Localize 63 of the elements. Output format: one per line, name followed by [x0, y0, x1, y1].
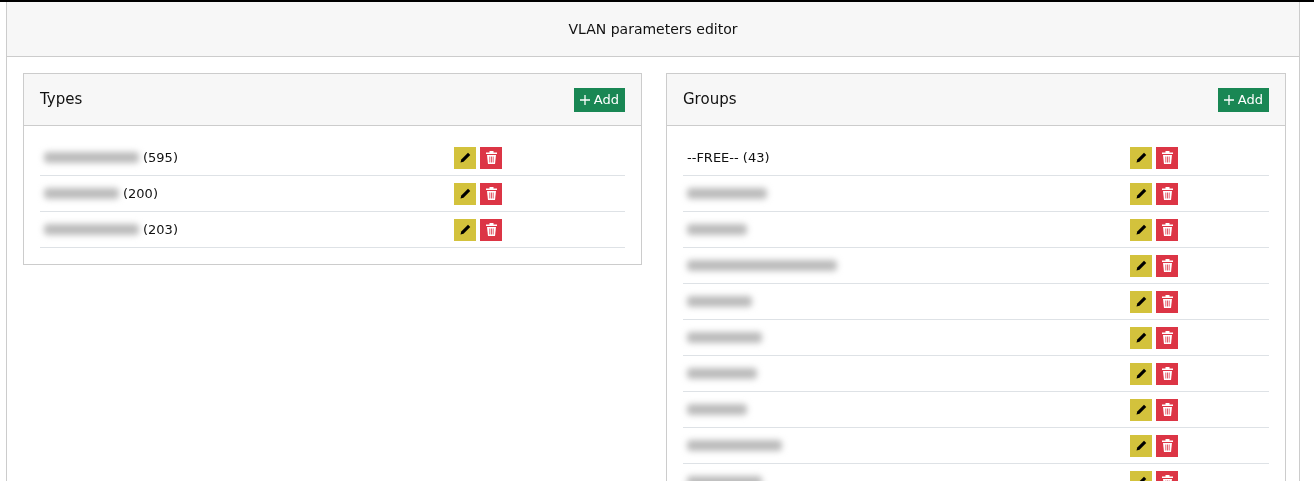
panel-title: VLAN parameters editor	[7, 2, 1299, 57]
pencil-icon	[1135, 295, 1147, 308]
trash-icon	[1161, 151, 1173, 164]
pencil-icon	[459, 151, 471, 164]
blurred-text	[687, 296, 752, 307]
delete-button[interactable]	[1156, 434, 1178, 457]
pencil-icon	[459, 187, 471, 200]
add-button[interactable]: Add	[1217, 87, 1269, 112]
trash-icon	[1161, 295, 1173, 308]
trash-icon	[1161, 367, 1173, 380]
blurred-text	[687, 404, 747, 415]
trash-icon	[485, 151, 497, 164]
trash-icon	[1161, 259, 1173, 272]
trash-icon	[485, 223, 497, 236]
edit-button[interactable]	[454, 146, 476, 169]
edit-button[interactable]	[1130, 398, 1152, 421]
add-button[interactable]: Add	[573, 87, 625, 112]
blurred-text	[687, 368, 757, 379]
edit-button[interactable]	[1130, 146, 1152, 169]
delete-button[interactable]	[1156, 218, 1178, 241]
edit-button[interactable]	[1130, 182, 1152, 205]
blurred-text	[687, 224, 747, 235]
delete-button[interactable]	[1156, 254, 1178, 277]
edit-button[interactable]	[454, 218, 476, 241]
delete-button[interactable]	[1156, 398, 1178, 421]
edit-button[interactable]	[454, 182, 476, 205]
pencil-icon	[1135, 259, 1147, 272]
trash-icon	[485, 187, 497, 200]
trash-icon	[1161, 403, 1173, 416]
trash-icon	[1161, 187, 1173, 200]
edit-button[interactable]	[1130, 290, 1152, 313]
pencil-icon	[1135, 439, 1147, 452]
trash-icon	[1161, 223, 1173, 236]
delete-button[interactable]	[1156, 326, 1178, 349]
delete-button[interactable]	[480, 218, 502, 241]
delete-button[interactable]	[1156, 146, 1178, 169]
edit-button[interactable]	[1130, 362, 1152, 385]
delete-button[interactable]	[1156, 362, 1178, 385]
plus-icon	[579, 94, 590, 105]
delete-button[interactable]	[1156, 182, 1178, 205]
trash-icon	[1161, 331, 1173, 344]
panel-heading: Types	[40, 89, 83, 111]
plus-icon	[1223, 94, 1234, 105]
edit-button[interactable]	[1130, 254, 1152, 277]
pencil-icon	[1135, 151, 1147, 164]
trash-icon	[1161, 439, 1173, 452]
edit-button[interactable]	[1130, 326, 1152, 349]
group-name: --FREE-- (43)	[687, 148, 770, 167]
delete-button[interactable]	[480, 182, 502, 205]
item-count: (200)	[123, 184, 158, 203]
item-count: (203)	[143, 220, 178, 239]
edit-button[interactable]	[1130, 218, 1152, 241]
panel-heading: Groups	[683, 89, 737, 111]
pencil-icon	[1135, 331, 1147, 344]
delete-button[interactable]	[1156, 290, 1178, 313]
item-count: (595)	[143, 148, 178, 167]
pencil-icon	[1135, 187, 1147, 200]
pencil-icon	[1135, 403, 1147, 416]
delete-button[interactable]	[480, 146, 502, 169]
pencil-icon	[459, 223, 471, 236]
pencil-icon	[1135, 223, 1147, 236]
pencil-icon	[1135, 367, 1147, 380]
edit-button[interactable]	[1130, 434, 1152, 457]
